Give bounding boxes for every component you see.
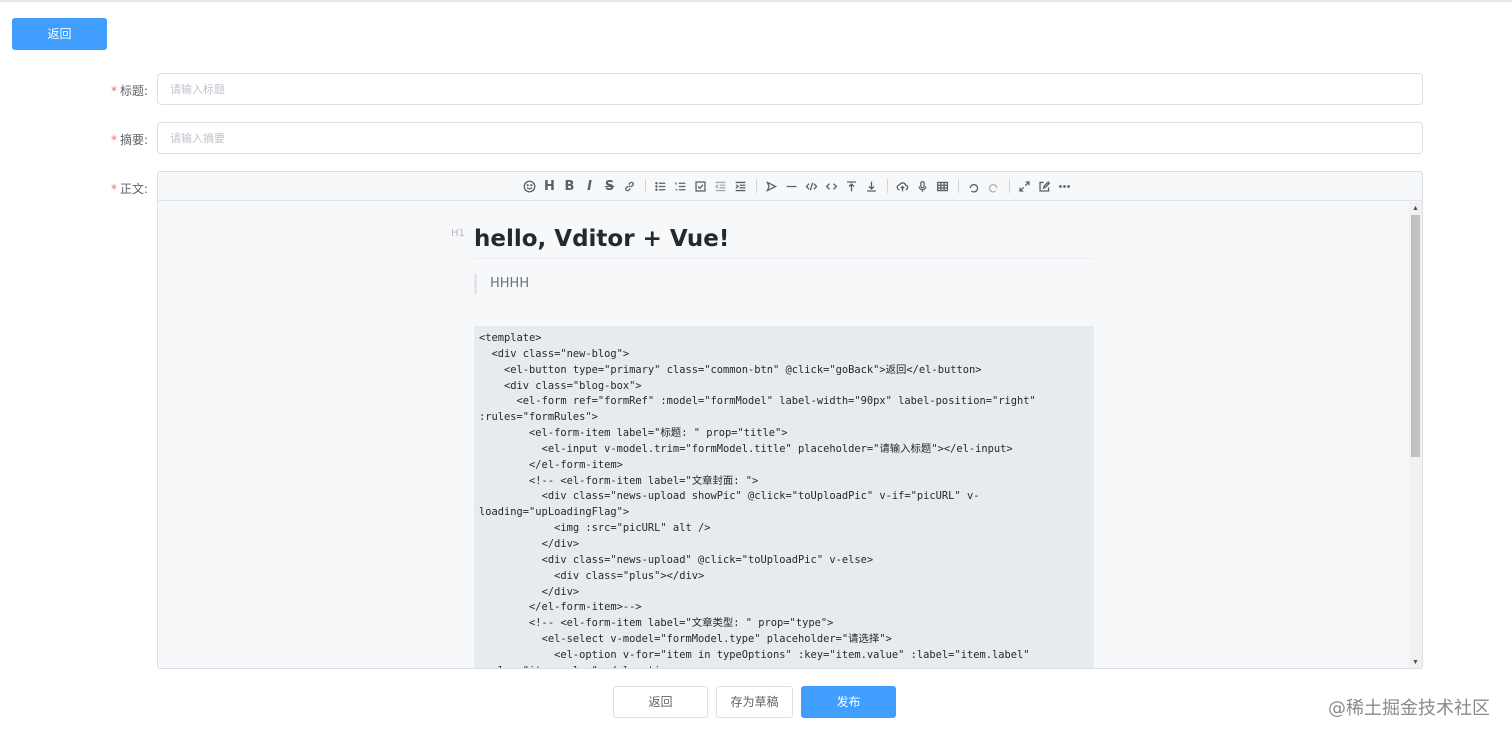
toolbar-separator bbox=[957, 179, 959, 193]
title-label-text: 标题: bbox=[119, 84, 148, 98]
watermark: @稀土掘金技术社区 bbox=[1328, 698, 1490, 719]
editor-content[interactable]: H1 hello, Vditor + Vue! HHHH <template> … bbox=[158, 202, 1410, 668]
inline-code-icon[interactable] bbox=[822, 176, 842, 196]
scroll-down-arrow-icon[interactable]: ▼ bbox=[1409, 656, 1422, 668]
required-asterisk: * bbox=[110, 84, 117, 98]
toolbar-separator bbox=[886, 179, 888, 193]
publish-button[interactable]: 发布 bbox=[801, 686, 896, 718]
save-draft-button[interactable]: 存为草稿 bbox=[716, 686, 793, 718]
strike-text: S bbox=[604, 178, 615, 194]
body-label-text: 正文: bbox=[119, 182, 148, 196]
summary-label: * 摘要: bbox=[88, 131, 148, 148]
headings-icon[interactable]: H bbox=[540, 176, 560, 196]
code-text: <template> <div class="new-blog"> <el-bu… bbox=[479, 332, 1036, 668]
markdown-editor[interactable]: H B I S H1 hello, Vditor + Vue! HHHH <te bbox=[157, 171, 1423, 669]
edit-mode-icon[interactable] bbox=[1035, 176, 1055, 196]
bold-text: B bbox=[564, 178, 575, 194]
outdent-icon[interactable] bbox=[711, 176, 731, 196]
content-heading: hello, Vditor + Vue! bbox=[474, 226, 1092, 259]
more-icon[interactable] bbox=[1055, 176, 1075, 196]
back-button[interactable]: 返回 bbox=[12, 18, 107, 50]
table-icon[interactable] bbox=[933, 176, 953, 196]
indent-icon[interactable] bbox=[731, 176, 751, 196]
scroll-thumb[interactable] bbox=[1411, 215, 1420, 457]
undo-icon[interactable] bbox=[964, 176, 984, 196]
scroll-up-arrow-icon[interactable]: ▲ bbox=[1409, 202, 1422, 215]
line-icon[interactable] bbox=[782, 176, 802, 196]
required-asterisk: * bbox=[110, 133, 117, 147]
required-asterisk: * bbox=[110, 182, 117, 196]
code-block: <template> <div class="new-blog"> <el-bu… bbox=[474, 326, 1094, 668]
link-icon[interactable] bbox=[620, 176, 640, 196]
insert-after-icon[interactable] bbox=[862, 176, 882, 196]
title-label: * 标题: bbox=[88, 82, 148, 99]
italic-text: I bbox=[587, 178, 592, 194]
heading-marker: H1 bbox=[451, 228, 465, 239]
editor-scrollbar[interactable]: ▲ ▼ bbox=[1409, 202, 1422, 668]
strike-icon[interactable]: S bbox=[600, 176, 620, 196]
fullscreen-icon[interactable] bbox=[1015, 176, 1035, 196]
list-icon[interactable] bbox=[651, 176, 671, 196]
insert-before-icon[interactable] bbox=[842, 176, 862, 196]
toolbar-separator bbox=[755, 179, 757, 193]
headings-text: H bbox=[544, 178, 555, 194]
record-icon[interactable] bbox=[913, 176, 933, 196]
body-label: * 正文: bbox=[88, 180, 148, 197]
toolbar-separator bbox=[1008, 179, 1010, 193]
toolbar-separator bbox=[644, 179, 646, 193]
emoji-icon[interactable] bbox=[520, 176, 540, 196]
title-input[interactable] bbox=[157, 73, 1423, 105]
summary-input[interactable] bbox=[157, 122, 1423, 154]
bold-icon[interactable]: B bbox=[560, 176, 580, 196]
footer-back-button[interactable]: 返回 bbox=[613, 686, 708, 718]
quote-icon[interactable] bbox=[762, 176, 782, 196]
upload-icon[interactable] bbox=[893, 176, 913, 196]
editor-toolbar: H B I S bbox=[158, 172, 1422, 201]
top-divider bbox=[0, 0, 1512, 2]
code-icon[interactable] bbox=[802, 176, 822, 196]
italic-icon[interactable]: I bbox=[580, 176, 600, 196]
ordered-list-icon[interactable] bbox=[671, 176, 691, 196]
content-blockquote: HHHH bbox=[474, 274, 529, 294]
redo-icon[interactable] bbox=[984, 176, 1004, 196]
check-icon[interactable] bbox=[691, 176, 711, 196]
summary-label-text: 摘要: bbox=[119, 133, 148, 147]
